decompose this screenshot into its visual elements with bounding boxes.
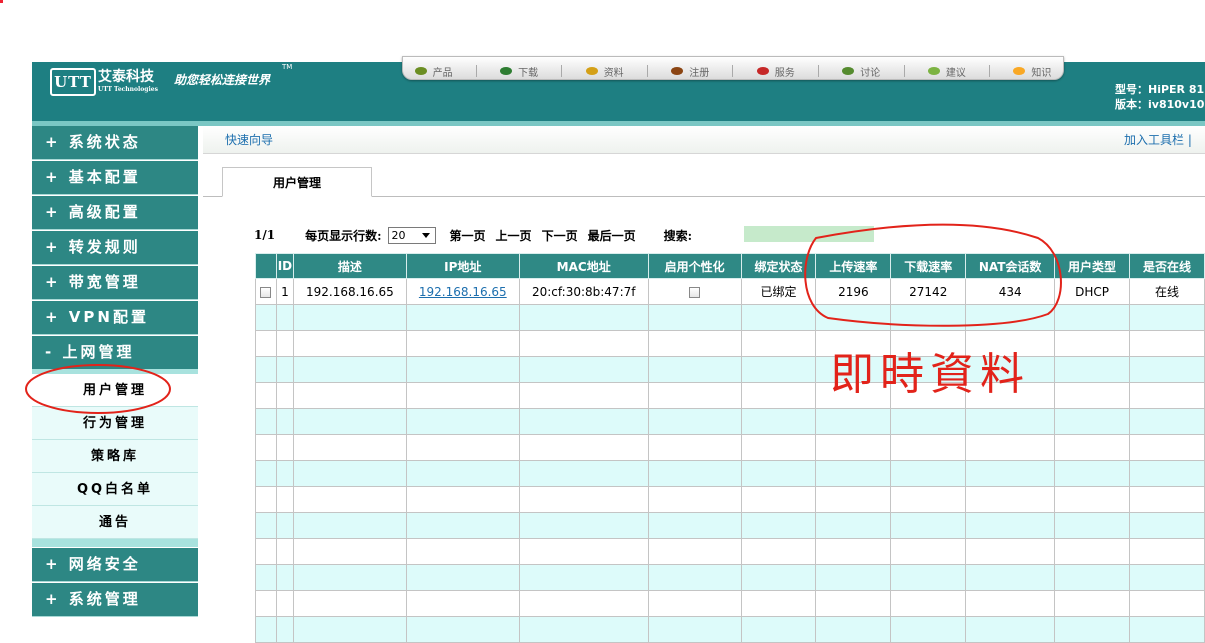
product-icon bbox=[414, 67, 427, 75]
col-bind-status: 绑定状态 bbox=[740, 253, 817, 279]
sidebar-item-system-status[interactable]: + 系统状态 bbox=[32, 126, 198, 160]
row-select-checkbox[interactable] bbox=[260, 286, 272, 298]
breadcrumb-bar bbox=[203, 126, 1205, 154]
nav-suggest[interactable]: 建议 bbox=[927, 58, 966, 79]
nav-discuss[interactable]: 讨论 bbox=[842, 58, 880, 79]
next-page-link[interactable]: 下一页 bbox=[542, 227, 578, 244]
top-nav: 产品 下载 资料 注册 服务 讨论 建议 知识 bbox=[402, 56, 1064, 80]
table-header-row: ID 描述 IP地址 MAC地址 启用个性化 绑定状态 上传速率 下载速率 NA… bbox=[255, 253, 1205, 279]
submenu-bottom-strip bbox=[32, 539, 198, 547]
cell-desc: 192.168.16.65 bbox=[292, 278, 407, 305]
col-id: ID bbox=[275, 253, 294, 279]
table-row bbox=[255, 486, 1205, 513]
tab-user-mgmt[interactable]: 用户管理 bbox=[222, 167, 372, 197]
sidebar-item-bandwidth[interactable]: + 带宽管理 bbox=[32, 266, 198, 300]
sidebar-sub-behavior-mgmt[interactable]: 行为管理 bbox=[32, 407, 198, 440]
col-personalize: 启用个性化 bbox=[647, 253, 742, 279]
document-icon bbox=[585, 67, 598, 75]
rows-per-page-select[interactable]: 20 bbox=[387, 226, 436, 244]
nav-service[interactable]: 服务 bbox=[756, 58, 795, 79]
corner-mark bbox=[0, 0, 3, 3]
table-row bbox=[255, 512, 1205, 539]
sidebar-item-basic-config[interactable]: + 基本配置 bbox=[32, 161, 198, 195]
annotation-realtime-text: 即時資料 bbox=[830, 349, 1030, 400]
cell-ip-link[interactable]: 192.168.16.65 bbox=[419, 285, 507, 299]
col-ip: IP地址 bbox=[405, 253, 520, 279]
trademark: TM bbox=[282, 63, 293, 71]
discuss-icon bbox=[842, 67, 855, 75]
table-row bbox=[255, 590, 1205, 617]
cell-user-type: DHCP bbox=[1054, 278, 1130, 305]
page-indicator: 1/1 bbox=[254, 228, 276, 242]
pager: 1/1 每页显示行数: 20 第一页 上一页 下一页 最后一页 搜索: bbox=[254, 226, 692, 244]
prev-page-link[interactable]: 上一页 bbox=[496, 227, 532, 244]
first-page-link[interactable]: 第一页 bbox=[450, 227, 486, 244]
sidebar-sub-user-mgmt[interactable]: 用户管理 bbox=[32, 374, 198, 407]
slogan: 助您轻松连接世界 bbox=[174, 73, 271, 87]
last-page-link[interactable]: 最后一页 bbox=[588, 227, 636, 244]
table-row bbox=[255, 356, 1205, 383]
sidebar-item-forwarding[interactable]: + 转发规则 bbox=[32, 231, 198, 265]
nav-document[interactable]: 资料 bbox=[585, 58, 624, 79]
search-input[interactable] bbox=[744, 226, 874, 242]
knowledge-icon bbox=[1013, 67, 1026, 75]
utt-logo: UTT bbox=[50, 68, 96, 96]
search-label: 搜索: bbox=[663, 228, 693, 243]
col-upload-rate: 上传速率 bbox=[815, 253, 892, 279]
model-info: 型号：HiPER 81 版本：iv810v10 bbox=[1115, 82, 1204, 112]
rows-per-page-label: 每页显示行数: bbox=[305, 228, 382, 243]
sidebar-item-internet-mgmt[interactable]: - 上网管理 bbox=[32, 336, 198, 370]
table-row bbox=[255, 304, 1205, 331]
table-row bbox=[255, 434, 1205, 461]
service-icon bbox=[756, 67, 769, 75]
col-mac: MAC地址 bbox=[518, 253, 649, 279]
nav-product[interactable]: 产品 bbox=[414, 58, 453, 79]
table-row bbox=[255, 408, 1205, 435]
col-desc: 描述 bbox=[292, 253, 407, 279]
nav-download[interactable]: 下载 bbox=[500, 58, 538, 79]
register-icon bbox=[671, 67, 684, 75]
col-user-type: 用户类型 bbox=[1054, 253, 1130, 279]
submenu-top-strip bbox=[32, 369, 198, 374]
table-row bbox=[255, 330, 1205, 357]
user-table: ID 描述 IP地址 MAC地址 启用个性化 绑定状态 上传速率 下载速率 NA… bbox=[255, 253, 1205, 643]
nav-register[interactable]: 注册 bbox=[671, 58, 709, 79]
sidebar-item-vpn[interactable]: + VPN配置 bbox=[32, 301, 198, 335]
version-line: 版本：iv810v10 bbox=[1115, 98, 1205, 111]
add-to-toolbar-link[interactable]: 加入工具栏 | bbox=[1124, 131, 1192, 148]
table-row: 1 192.168.16.65 192.168.16.65 20:cf:30:8… bbox=[255, 278, 1205, 305]
brand-name-en: UTT Technologies bbox=[98, 86, 158, 93]
cell-online: 在线 bbox=[1128, 278, 1205, 305]
cell-nat-sessions: 434 bbox=[965, 278, 1056, 305]
breadcrumb-quick-wizard[interactable]: 快速向导 bbox=[225, 131, 273, 148]
col-download-rate: 下载速率 bbox=[890, 253, 967, 279]
personalize-checkbox[interactable] bbox=[689, 286, 701, 298]
nav-knowledge[interactable]: 知识 bbox=[1013, 58, 1051, 79]
table-row bbox=[255, 616, 1205, 643]
table-row bbox=[255, 564, 1205, 591]
cell-bind-status: 已绑定 bbox=[740, 278, 817, 305]
sidebar-sub-qq-whitelist[interactable]: QQ白名单 bbox=[32, 473, 198, 506]
cell-download-rate: 27142 bbox=[890, 278, 967, 305]
cell-id: 1 bbox=[275, 278, 294, 305]
sidebar-sub-policy-lib[interactable]: 策略库 bbox=[32, 440, 198, 473]
col-select bbox=[255, 253, 277, 279]
brand-name: 艾泰科技 bbox=[98, 69, 154, 85]
cell-mac: 20:cf:30:8b:47:7f bbox=[518, 278, 649, 305]
col-online: 是否在线 bbox=[1128, 253, 1205, 279]
sidebar-item-advanced-config[interactable]: + 高级配置 bbox=[32, 196, 198, 230]
model-line: 型号：HiPER 81 bbox=[1115, 83, 1205, 96]
table-row bbox=[255, 538, 1205, 565]
sidebar-item-system-mgmt[interactable]: + 系统管理 bbox=[32, 583, 198, 617]
table-row bbox=[255, 460, 1205, 487]
table-row bbox=[255, 382, 1205, 409]
col-nat-sessions: NAT会话数 bbox=[965, 253, 1056, 279]
suggest-icon bbox=[927, 67, 940, 75]
sidebar-sub-notice[interactable]: 通告 bbox=[32, 506, 198, 539]
cell-upload-rate: 2196 bbox=[815, 278, 892, 305]
download-icon bbox=[500, 67, 513, 75]
sidebar-item-network-security[interactable]: + 网络安全 bbox=[32, 548, 198, 582]
